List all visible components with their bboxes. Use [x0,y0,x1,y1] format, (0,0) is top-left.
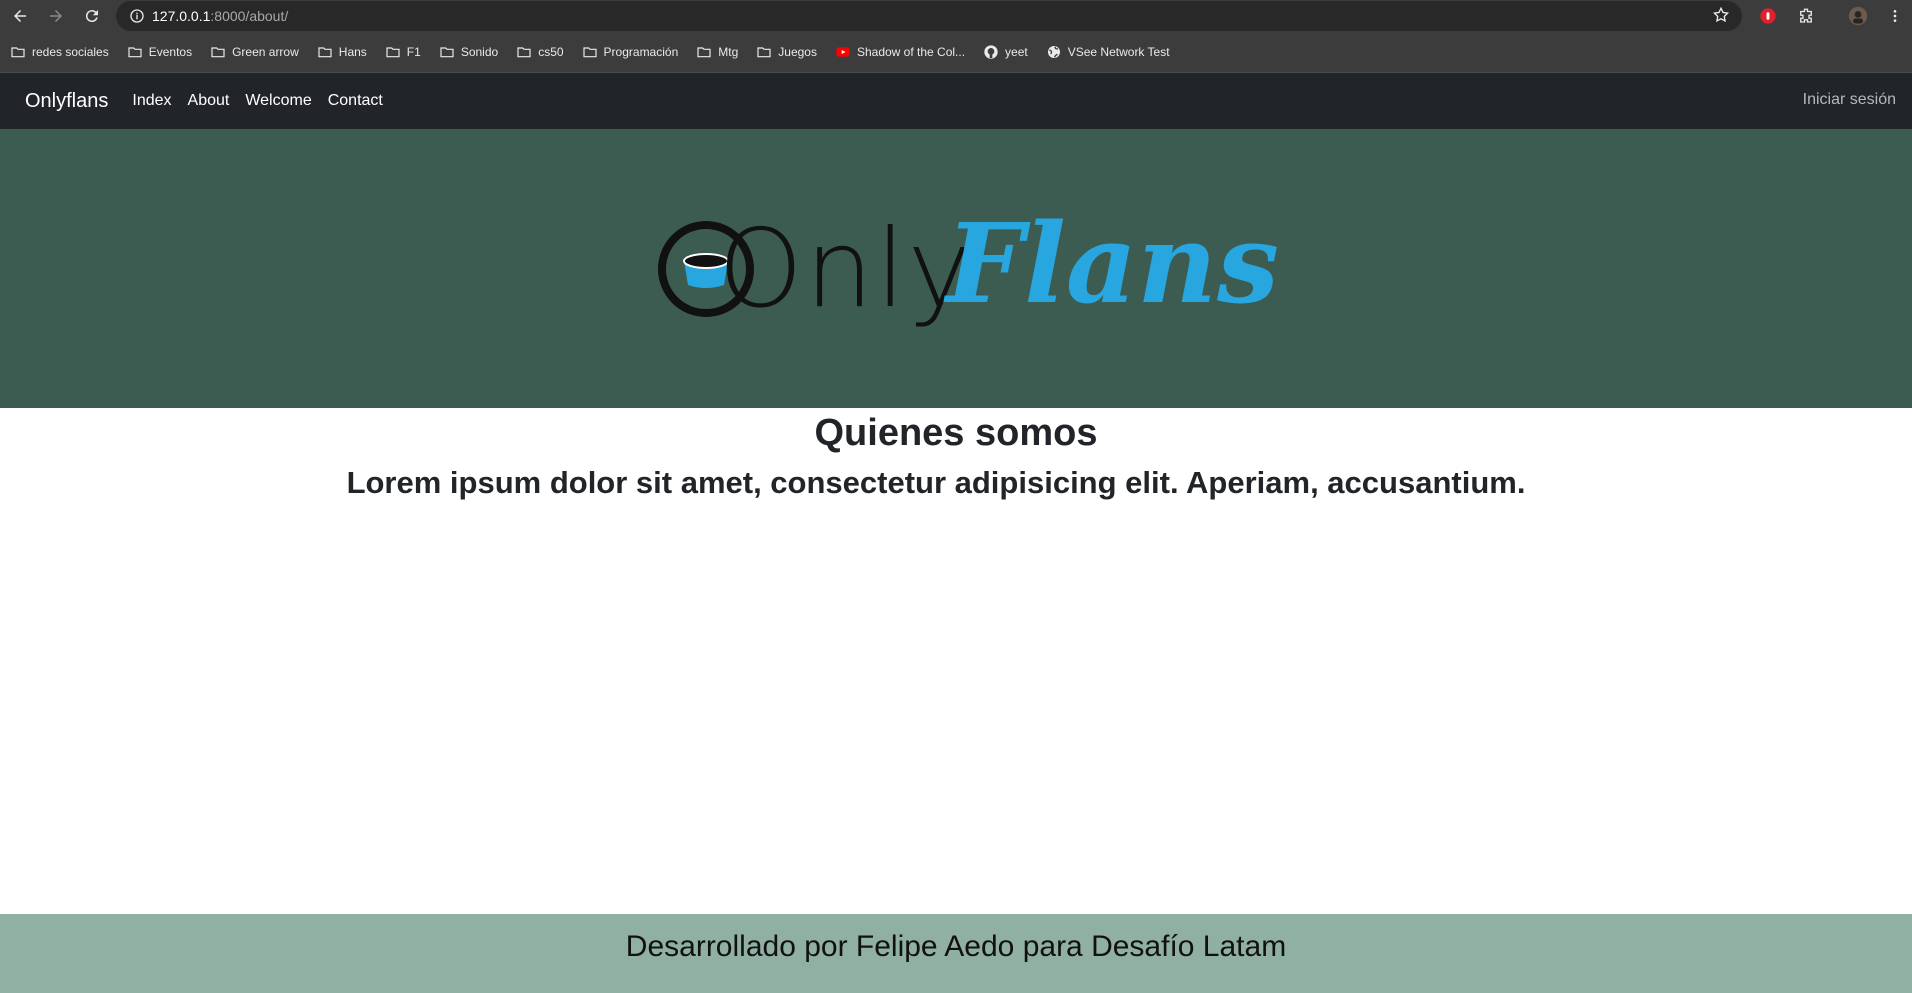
bookmark-item[interactable]: yeet [983,44,1028,60]
bookmark-label: F1 [406,45,421,59]
nav-link-welcome[interactable]: Welcome [245,92,311,110]
bookmark-item[interactable]: redes sociales [10,44,109,60]
url-host: 127.0.0.1 [152,8,211,24]
folder-icon [582,44,598,60]
bookmark-item[interactable]: Mtg [696,44,738,60]
bookmark-item[interactable]: Sonido [439,44,498,60]
extension-adblock-icon[interactable] [1757,5,1779,27]
hero-banner: Only Flans [0,129,1912,408]
footer-text: Desarrollado por Felipe Aedo para Desafí… [625,929,1287,963]
back-button[interactable] [2,0,38,32]
bookmark-label: redes sociales [32,45,109,59]
bookmark-item[interactable]: Hans [317,44,367,60]
browser-toolbar: 127.0.0.1:8000/about/ [0,0,1912,32]
reload-icon [85,10,98,23]
forward-arrow-icon [50,10,62,22]
navbar-brand[interactable]: Onlyflans [25,90,108,113]
folder-icon [385,44,401,60]
extensions-puzzle-icon[interactable] [1795,5,1817,27]
profile-avatar[interactable] [1847,5,1869,27]
bookmark-label: Green arrow [232,45,299,59]
nav-link-about[interactable]: About [188,92,230,110]
bookmark-label: Hans [338,45,367,59]
folder-icon [756,44,772,60]
page-title: Quienes somos [814,412,1098,454]
bookmark-label: Mtg [718,45,739,59]
bookmarks-bar: redes sociales Eventos Green arrow Hans F1 So… [0,32,1912,72]
bookmark-item[interactable]: Juegos [756,44,817,60]
bookmark-item[interactable]: F1 [385,44,421,60]
folder-icon [696,44,712,60]
folder-icon [10,44,26,60]
youtube-icon [835,44,851,60]
bookmark-item[interactable]: Eventos [127,44,192,60]
url-text: 127.0.0.1:8000/about/ [152,8,288,24]
site-navbar: Onlyflans Index About Welcome Contact In… [0,73,1912,129]
bookmark-item[interactable]: Green arrow [210,44,299,60]
folder-icon [127,44,143,60]
bookmark-label: Shadow of the Col... [856,45,966,59]
folder-icon [317,44,333,60]
bookmark-label: Sonido [460,45,499,59]
folder-icon [516,44,532,60]
folder-icon [439,44,455,60]
reload-button[interactable] [74,0,110,32]
bookmark-star-icon[interactable] [1712,6,1730,29]
site-info-icon[interactable] [122,8,152,24]
globe-icon [1046,44,1062,60]
menu-kebab-icon[interactable] [1884,5,1906,27]
address-bar[interactable]: 127.0.0.1:8000/about/ [116,1,1742,31]
site-footer: Desarrollado por Felipe Aedo para Desafí… [0,914,1912,993]
folder-icon [210,44,226,60]
url-path: :8000/about/ [210,8,289,24]
bookmark-item[interactable]: Shadow of the Col... [835,44,965,60]
bookmark-label: cs50 [538,45,564,59]
bookmark-label: Eventos [148,45,193,59]
bookmark-label: VSee Network Test [1067,45,1170,59]
github-icon [983,44,999,60]
bookmark-label: Programación [603,45,679,59]
onlyflans-logo: Only Flans [656,189,1279,349]
nav-link-contact[interactable]: Contact [328,92,383,110]
bookmark-label: yeet [1005,45,1028,59]
back-arrow-icon [14,10,26,22]
bookmark-label: Juegos [778,45,817,59]
page-subtitle: Lorem ipsum dolor sit amet, consectetur … [346,465,1526,500]
logo-text-only: Only [718,206,974,332]
login-link[interactable]: Iniciar sesión [1803,91,1896,109]
bookmark-item[interactable]: Programación [582,44,679,60]
nav-link-index[interactable]: Index [132,92,171,110]
bookmark-item[interactable]: VSee Network Test [1046,44,1170,60]
forward-button[interactable] [38,0,74,32]
bookmark-item[interactable]: cs50 [516,44,564,60]
main-content: Quienes somos Lorem ipsum dolor sit amet… [0,408,1912,501]
logo-text-flans: Flans [946,198,1280,328]
